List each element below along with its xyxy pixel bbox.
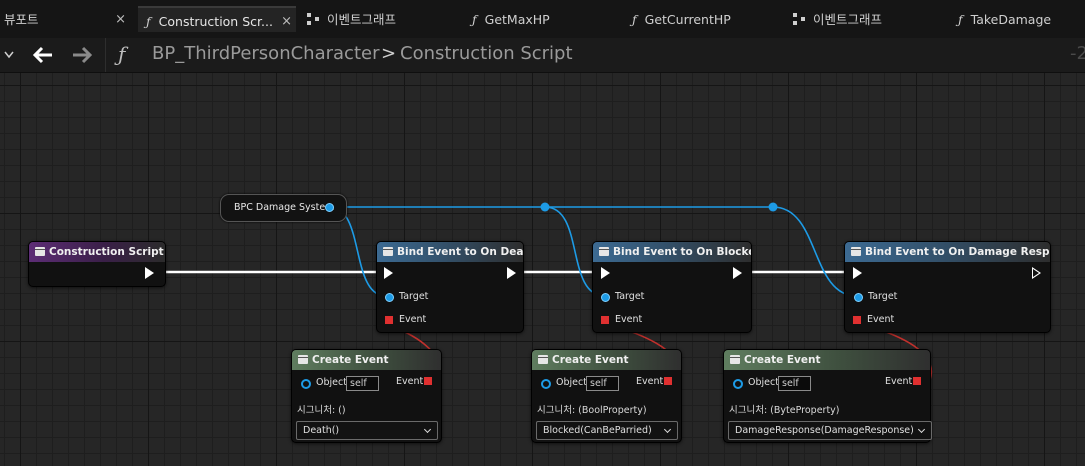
function-dropdown[interactable]: DamageResponse(DamageResponse)	[728, 421, 932, 440]
node-header: Create Event	[532, 350, 681, 370]
chevron-down-icon	[663, 425, 672, 434]
signature-label: 시그니처: (ByteProperty)	[729, 405, 840, 416]
event-label: Event	[636, 376, 664, 387]
chevron-down-icon	[423, 425, 432, 434]
event-out-pin[interactable]	[424, 377, 432, 385]
event-out-pin[interactable]	[913, 377, 921, 385]
function-icon	[599, 247, 609, 256]
node-title: Construction Script	[49, 246, 164, 258]
function-icon	[383, 247, 393, 256]
object-label: Object	[316, 377, 347, 388]
function-icon	[851, 247, 861, 256]
object-pin[interactable]	[301, 379, 311, 389]
signature-label: 시그니처: (BoolProperty)	[537, 405, 647, 416]
exec-out-pin[interactable]	[507, 267, 516, 279]
target-pin[interactable]	[601, 293, 610, 302]
signature-label: 시그니처: ()	[297, 405, 346, 416]
bind-event-on-death-node[interactable]: Bind Event to On Death Target Event	[376, 241, 524, 333]
node-title: Bind Event to On Death	[397, 246, 523, 258]
target-label: Target	[868, 291, 898, 302]
exec-in-pin[interactable]	[384, 267, 393, 279]
create-event-node-blocked[interactable]: Create Event Object self Event 시그니처: (Bo…	[531, 349, 682, 443]
node-title: Bind Event to On Damage Response	[865, 246, 1050, 258]
target-pin[interactable]	[854, 293, 863, 302]
node-title: Create Event	[744, 354, 821, 366]
function-icon	[298, 355, 308, 364]
exec-out-pin[interactable]	[145, 267, 154, 279]
chevron-down-icon	[917, 425, 926, 434]
node-title: Create Event	[552, 354, 629, 366]
function-dropdown[interactable]: Death()	[296, 421, 438, 440]
event-icon	[35, 247, 45, 256]
node-title: Create Event	[312, 354, 389, 366]
target-pin[interactable]	[385, 293, 394, 302]
event-pin[interactable]	[385, 316, 393, 324]
create-event-node-damage-response[interactable]: Create Event Object self Event 시그니처: (By…	[723, 349, 932, 443]
event-label: Event	[399, 314, 427, 325]
object-label: Object	[556, 377, 587, 388]
object-pin[interactable]	[733, 379, 743, 389]
target-label: Target	[399, 291, 429, 302]
bind-event-on-damage-response-node[interactable]: Bind Event to On Damage Response Target …	[844, 241, 1051, 333]
node-header: Create Event	[724, 350, 930, 370]
function-dropdown-value: Blocked(CanBeParried)	[543, 425, 652, 436]
event-label: Event	[867, 314, 895, 325]
exec-in-pin[interactable]	[853, 267, 862, 279]
construction-script-node[interactable]: Construction Script	[28, 241, 166, 287]
event-pin[interactable]	[601, 316, 609, 324]
object-self-field[interactable]: self	[346, 376, 379, 391]
object-label: Object	[748, 377, 779, 388]
event-pin[interactable]	[853, 316, 861, 324]
event-out-pin[interactable]	[664, 377, 672, 385]
function-icon	[538, 355, 548, 364]
event-label: Event	[396, 376, 424, 387]
exec-in-pin[interactable]	[601, 267, 610, 279]
node-header: Create Event	[292, 350, 441, 370]
exec-out-pin[interactable]	[1032, 267, 1041, 279]
variable-node-bpc-damage-system[interactable]: BPC Damage System	[220, 194, 347, 222]
object-self-field[interactable]: self	[586, 376, 619, 391]
node-title: Bind Event to On Blocked	[613, 246, 751, 258]
bind-event-on-blocked-node[interactable]: Bind Event to On Blocked Target Event	[592, 241, 752, 333]
node-header: Construction Script	[29, 242, 165, 262]
node-header: Bind Event to On Death	[377, 242, 523, 262]
event-label: Event	[885, 376, 913, 387]
function-dropdown-value: DamageResponse(DamageResponse)	[735, 425, 914, 436]
object-pin[interactable]	[541, 379, 551, 389]
node-header: Bind Event to On Blocked	[593, 242, 751, 262]
event-label: Event	[615, 314, 643, 325]
function-dropdown[interactable]: Blocked(CanBeParried)	[536, 421, 678, 440]
node-header: Bind Event to On Damage Response	[845, 242, 1050, 262]
create-event-node-death[interactable]: Create Event Object self Event 시그니처: () …	[291, 349, 442, 443]
object-self-field[interactable]: self	[778, 376, 811, 391]
function-dropdown-value: Death()	[303, 425, 340, 436]
target-label: Target	[615, 291, 645, 302]
function-icon	[730, 355, 740, 364]
variable-label: BPC Damage System	[234, 202, 335, 213]
exec-out-pin[interactable]	[733, 267, 742, 279]
output-pin[interactable]	[325, 203, 334, 212]
